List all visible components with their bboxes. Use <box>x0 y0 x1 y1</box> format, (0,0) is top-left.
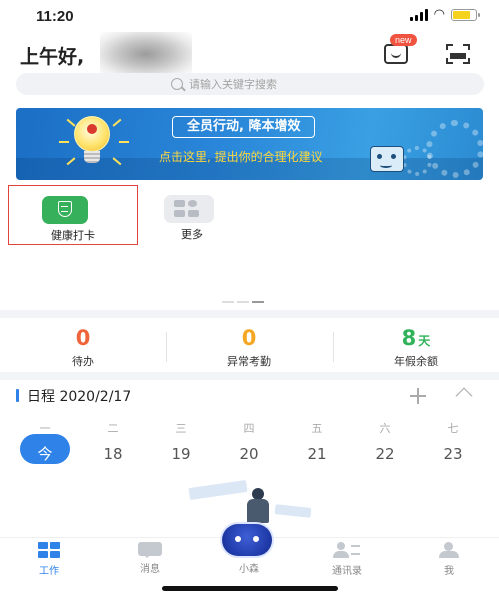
signal-icon <box>409 9 428 21</box>
stat-attendance[interactable]: 0 异常考勤 <box>166 326 332 369</box>
tab-label: 通讯录 <box>332 566 362 577</box>
stat-label: 待办 <box>72 355 94 368</box>
scan-icon[interactable] <box>446 44 470 64</box>
page-indicator <box>222 301 264 303</box>
robot-mascot-icon <box>370 146 404 172</box>
weekday-label: 七 <box>447 422 459 435</box>
blurred-username <box>100 32 192 76</box>
robot-assistant-icon[interactable] <box>222 524 272 556</box>
section-divider <box>0 372 499 380</box>
app-health-check-in[interactable]: 健康打卡 <box>8 185 138 245</box>
app-label: 更多 <box>181 228 203 241</box>
date-cell[interactable]: 22 <box>365 442 405 472</box>
chevron-up-icon[interactable] <box>455 387 473 405</box>
gear-small-icon <box>402 146 432 176</box>
tab-messages[interactable]: 消息 <box>115 542 185 575</box>
date-today[interactable]: 今 <box>25 442 65 472</box>
date-cell[interactable]: 23 <box>433 442 473 472</box>
contacts-icon <box>333 542 361 558</box>
weekday-label: 六 <box>379 422 391 435</box>
tab-work[interactable]: 工作 <box>14 542 84 577</box>
status-bar: 11:20 ◠ <box>0 0 499 32</box>
stat-todo[interactable]: 0 待办 <box>0 326 166 369</box>
schedule-accent-bar <box>16 389 19 402</box>
banner-subtitle: 点击这里, 提出你的合理化建议 <box>159 150 323 164</box>
work-grid-icon <box>38 542 60 558</box>
banner-title: 全员行动, 降本增效 <box>172 116 316 138</box>
date-cell[interactable]: 21 <box>297 442 337 472</box>
gear-icon <box>426 120 484 178</box>
search-icon <box>171 78 183 90</box>
stat-unit: 天 <box>418 334 431 348</box>
tab-label: 消息 <box>140 564 160 575</box>
date-cell[interactable]: 20 <box>229 442 269 472</box>
search-input[interactable] <box>189 77 329 91</box>
inbox-icon[interactable] <box>384 44 408 64</box>
stat-value: 0 <box>241 326 257 350</box>
tab-label: 我 <box>444 566 454 577</box>
search-bar[interactable] <box>16 73 484 95</box>
date-cell[interactable]: 19 <box>161 442 201 472</box>
more-apps-icon <box>164 195 214 223</box>
weekday-label: 三 <box>175 422 187 435</box>
stat-annual-leave[interactable]: 8天 年假余额 <box>333 326 499 369</box>
greeting-text: 上午好, <box>20 46 85 68</box>
section-divider <box>0 310 499 318</box>
weekday-label: 五 <box>311 422 323 435</box>
company-logo <box>83 124 101 138</box>
health-check-in-icon <box>42 196 88 224</box>
home-indicator <box>162 586 338 591</box>
stat-value: 8天 <box>401 326 431 350</box>
schedule-title: 日程 2020/2/17 <box>27 389 132 405</box>
tab-me[interactable]: 我 <box>414 542 484 577</box>
tab-label: 工作 <box>39 566 59 577</box>
date-cell[interactable]: 18 <box>93 442 133 472</box>
lightbulb-icon <box>70 116 114 166</box>
battery-icon <box>451 9 480 21</box>
stats-row: 0 待办 0 异常考勤 8天 年假余额 <box>0 320 499 372</box>
app-label: 健康打卡 <box>51 229 95 242</box>
add-icon[interactable] <box>410 388 426 404</box>
new-badge: new <box>390 34 417 46</box>
stat-label: 年假余额 <box>394 355 438 368</box>
status-time: 11:20 <box>36 8 74 25</box>
app-more[interactable]: 更多 <box>142 185 242 245</box>
status-icons: ◠ <box>409 7 480 22</box>
message-icon <box>138 542 162 558</box>
tab-assistant[interactable]: 小森 <box>214 556 284 575</box>
tab-label: 小森 <box>239 564 259 575</box>
tab-contacts[interactable]: 通讯录 <box>312 542 382 577</box>
stat-value: 0 <box>75 326 91 350</box>
stat-label: 异常考勤 <box>227 355 271 368</box>
me-icon <box>438 542 460 558</box>
weekday-label: 四 <box>243 422 255 435</box>
weekday-label: 二 <box>107 422 119 435</box>
wifi-icon: ◠ <box>433 7 445 22</box>
